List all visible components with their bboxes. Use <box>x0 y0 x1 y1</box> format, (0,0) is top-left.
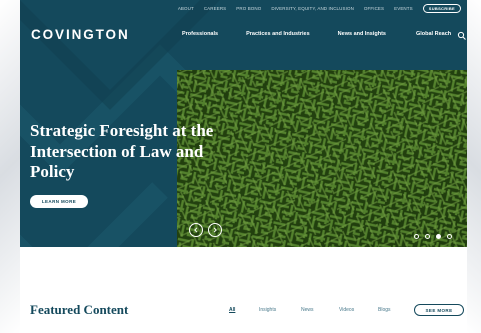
carousel-dot-3[interactable] <box>436 234 441 239</box>
page-background-left <box>0 0 20 333</box>
carousel-next-button[interactable] <box>208 223 222 237</box>
utility-link-about[interactable]: ABOUT <box>178 6 194 11</box>
carousel-dot-1[interactable] <box>414 234 419 239</box>
carousel-dot-4[interactable] <box>447 234 452 239</box>
hero-section: ABOUT CAREERS PRO BONO DIVERSITY, EQUITY… <box>20 0 467 247</box>
search-button[interactable] <box>457 28 467 40</box>
utility-nav: ABOUT CAREERS PRO BONO DIVERSITY, EQUITY… <box>178 4 461 13</box>
see-more-button[interactable]: SEE MORE <box>414 304 464 316</box>
hero-headline: Strategic Foresight at the Intersection … <box>30 121 214 181</box>
chevron-left-icon <box>194 227 198 233</box>
filter-tab-all[interactable]: All <box>229 307 235 313</box>
chevron-right-icon <box>213 227 217 233</box>
carousel-dots <box>414 234 452 239</box>
featured-content-title: Featured Content <box>30 302 129 317</box>
page-background-right <box>467 0 481 333</box>
utility-link-diversity[interactable]: DIVERSITY, EQUITY, AND INCLUSION <box>271 6 354 11</box>
filter-tab-insights[interactable]: Insights <box>259 307 276 313</box>
site-logo[interactable]: COVINGTON <box>31 27 130 42</box>
carousel-prev-button[interactable] <box>189 223 203 237</box>
nav-news-and-insights[interactable]: News and Insights <box>338 31 386 37</box>
filter-tab-videos[interactable]: Videos <box>339 307 354 313</box>
subscribe-button[interactable]: SUBSCRIBE <box>422 4 461 13</box>
site-container: ABOUT CAREERS PRO BONO DIVERSITY, EQUITY… <box>20 0 467 333</box>
utility-link-events[interactable]: EVENTS <box>394 6 413 11</box>
utility-link-offices[interactable]: OFFICES <box>364 6 384 11</box>
nav-practices-and-industries[interactable]: Practices and Industries <box>246 31 310 37</box>
learn-more-button[interactable]: LEARN MORE <box>30 195 88 208</box>
main-nav: Professionals Practices and Industries N… <box>182 31 451 37</box>
nav-global-reach[interactable]: Global Reach <box>416 31 451 37</box>
filter-tab-blogs[interactable]: Blogs <box>378 307 391 313</box>
carousel-dot-2[interactable] <box>425 234 430 239</box>
filter-tab-news[interactable]: News <box>301 307 314 313</box>
utility-link-pro-bono[interactable]: PRO BONO <box>236 6 261 11</box>
utility-link-careers[interactable]: CAREERS <box>204 6 226 11</box>
nav-professionals[interactable]: Professionals <box>182 31 218 37</box>
search-icon <box>457 31 466 40</box>
